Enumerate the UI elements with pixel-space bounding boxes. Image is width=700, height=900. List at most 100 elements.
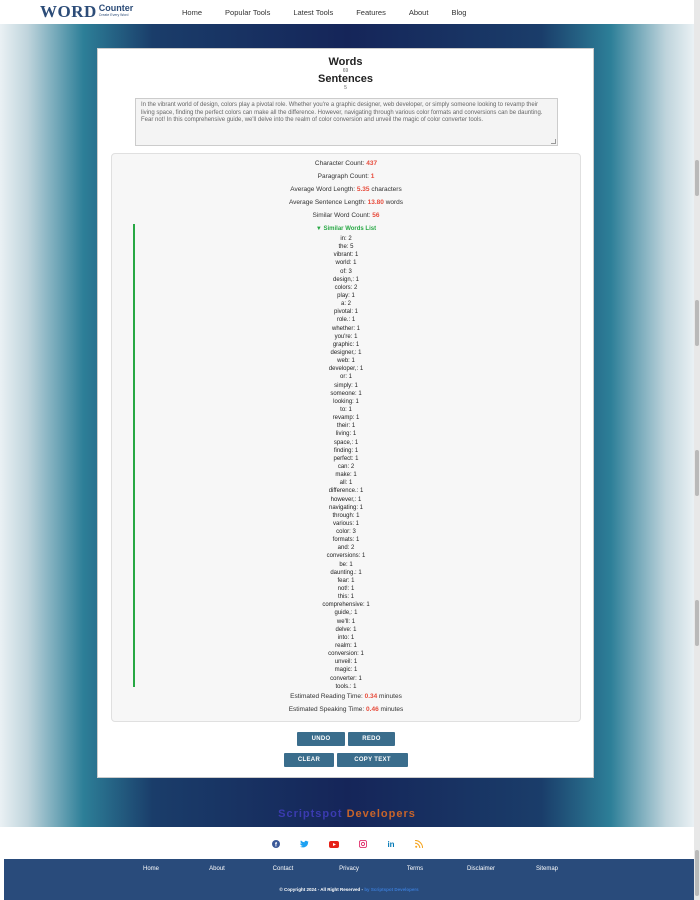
similar-word-item: simply: 1 — [334, 382, 358, 389]
similar-word-item: design,: 1 — [332, 276, 360, 283]
scrollbar-segment — [695, 600, 699, 646]
similar-word-item: conversions: 1 — [326, 553, 366, 560]
sentences-stat: Sentences 5 — [98, 73, 593, 91]
instagram-icon[interactable] — [358, 839, 367, 850]
top-navbar: WORD Counter Create Every Word Home Popu… — [0, 0, 694, 24]
similar-word-item: realm: 1 — [335, 643, 357, 650]
similar-word-item: space,: 1 — [333, 439, 359, 446]
similar-words-list: in: 2 the: 5 vibrant: 1 world: 1 of: 3 design… — [112, 235, 580, 691]
similar-word-item: color: 3 — [336, 529, 356, 536]
similar-word-item: play: 1 — [337, 292, 355, 299]
similar-word-item: finding: 1 — [333, 447, 359, 454]
rss-icon[interactable] — [414, 839, 423, 850]
logo-tagline: Create Every Word — [98, 13, 129, 17]
similar-word-item: developer,: 1 — [328, 366, 364, 373]
results-panel: Character Count: 437 Paragraph Count: 1 … — [111, 153, 581, 722]
page-scrollbar[interactable] — [694, 0, 700, 900]
word-counter-card: Words 69 Sentences 5 In the vibrant worl… — [97, 48, 594, 778]
similar-word-item: a: 2 — [340, 301, 351, 308]
nav-home[interactable]: Home — [182, 8, 202, 17]
similar-word-item: not!: 1 — [337, 586, 355, 593]
undo-button[interactable]: UNDO — [297, 732, 345, 746]
copyright-link[interactable]: by Scriptspot Developers — [364, 887, 418, 892]
similar-word-item: be: 1 — [339, 561, 353, 568]
copyright: © Copyright 2024 - All Right Reserved - … — [279, 887, 419, 892]
words-stat: Words 69 — [98, 56, 593, 74]
similar-word-item: revamp: 1 — [332, 415, 360, 422]
similar-word-item: into: 1 — [337, 634, 355, 641]
similar-word-item: conversion: 1 — [328, 651, 364, 658]
nav-popular-tools[interactable]: Popular Tools — [225, 8, 270, 17]
scrollbar-thumb[interactable] — [695, 160, 699, 196]
average-word-length: Average Word Length: 5.35 characters — [290, 186, 402, 193]
similar-word-item: of: 3 — [340, 268, 352, 275]
average-sentence-length: Average Sentence Length: 13.80 words — [288, 199, 404, 206]
footer-link-sitemap[interactable]: Sitemap — [514, 866, 580, 872]
similar-word-item: all: 1 — [339, 480, 353, 487]
similar-word-item: formats: 1 — [332, 537, 360, 544]
similar-word-item: whether: 1 — [331, 325, 361, 332]
redo-button[interactable]: REDO — [348, 732, 395, 746]
sentences-count: 5 — [344, 85, 347, 91]
similar-word-item: in: 2 — [340, 236, 352, 242]
facebook-icon[interactable]: f — [271, 840, 280, 850]
similar-word-item: world: 1 — [335, 260, 357, 267]
similar-word-item: magic: 1 — [334, 667, 358, 674]
resize-handle[interactable] — [551, 139, 556, 144]
logo-word: WORD — [40, 2, 97, 21]
similar-word-item: tools.: 1 — [335, 683, 357, 690]
clear-button[interactable]: CLEAR — [284, 753, 334, 767]
footer-link-home[interactable]: Home — [118, 866, 184, 872]
similar-word-item: role.: 1 — [336, 317, 356, 324]
similar-word-item: delve: 1 — [335, 626, 357, 633]
similar-word-item: the: 5 — [338, 244, 354, 251]
similar-word-item: pivotal: 1 — [333, 309, 358, 316]
similar-word-count: Similar Word Count: 56 — [312, 212, 380, 219]
site-footer: Home About Contact Privacy Terms Disclai… — [4, 859, 694, 900]
nav-features[interactable]: Features — [356, 8, 386, 17]
site-logo[interactable]: WORD Counter Create Every Word — [40, 3, 133, 21]
social-links: f in — [0, 834, 694, 856]
similar-word-item: designer,: 1 — [330, 349, 362, 356]
brand-part2: Developers — [342, 808, 416, 820]
similar-word-item: navigating: 1 — [328, 504, 364, 511]
similar-word-item: difference.: 1 — [328, 488, 364, 495]
similar-words-toggle[interactable]: ▼ Similar Words List — [112, 226, 580, 232]
footer-link-terms[interactable]: Terms — [382, 866, 448, 872]
similar-word-item: graphic: 1 — [332, 341, 360, 348]
similar-word-item: various: 1 — [332, 520, 359, 527]
nav-latest-tools[interactable]: Latest Tools — [293, 8, 333, 17]
brand-part1: Scriptspot — [278, 808, 343, 820]
similar-word-item: their: 1 — [336, 423, 356, 430]
similar-word-item: you're: 1 — [334, 333, 358, 340]
paragraph-count: Paragraph Count: 1 — [317, 173, 375, 180]
similar-word-item: colors: 2 — [334, 284, 358, 291]
nav-about[interactable]: About — [409, 8, 429, 17]
copy-text-button[interactable]: COPY TEXT — [337, 753, 408, 767]
character-count: Character Count: 437 — [314, 160, 378, 167]
similar-word-item: make: 1 — [335, 472, 357, 479]
scrollbar-segment — [695, 850, 699, 896]
similar-word-item: daunting.: 1 — [330, 569, 362, 576]
footer-link-disclaimer[interactable]: Disclaimer — [448, 866, 514, 872]
similar-word-item: comprehensive: 1 — [322, 602, 370, 609]
similar-word-item: to: 1 — [340, 406, 352, 413]
scrollbar-segment — [695, 450, 699, 496]
similar-word-item: this: 1 — [337, 594, 354, 601]
main-nav: Home Popular Tools Latest Tools Features… — [182, 8, 489, 17]
footer-link-contact[interactable]: Contact — [250, 866, 316, 872]
similar-word-item: fear: 1 — [337, 577, 355, 584]
text-input[interactable]: In the vibrant world of design, colors p… — [135, 98, 558, 146]
linkedin-icon[interactable]: in — [387, 840, 395, 850]
words-label: Words — [328, 56, 363, 68]
similar-word-item: we'll: 1 — [336, 618, 356, 625]
similar-word-item: can: 2 — [337, 463, 355, 470]
twitter-icon[interactable] — [299, 840, 309, 850]
youtube-icon[interactable] — [328, 840, 339, 850]
nav-blog[interactable]: Blog — [451, 8, 466, 17]
footer-link-about[interactable]: About — [184, 866, 250, 872]
similar-word-item: or: 1 — [339, 374, 352, 381]
footer-link-privacy[interactable]: Privacy — [316, 866, 382, 872]
footer-links: Home About Contact Privacy Terms Disclai… — [4, 866, 694, 872]
similar-word-item: and: 2 — [337, 545, 355, 552]
